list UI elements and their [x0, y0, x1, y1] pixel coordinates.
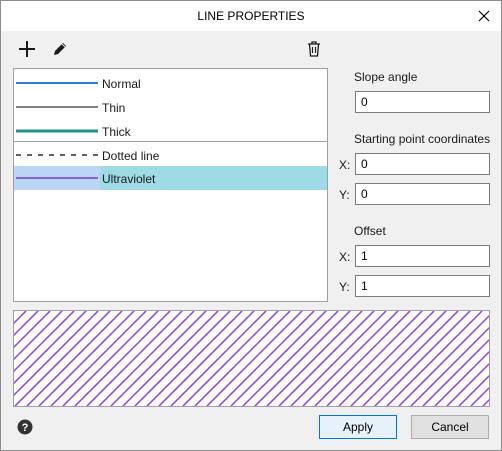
offset-x-input[interactable]: [355, 245, 490, 267]
start-x-input[interactable]: [355, 153, 490, 175]
hatch-line: [362, 311, 459, 406]
hatch-line: [170, 311, 267, 406]
delete-line-button[interactable]: [302, 37, 326, 61]
hatch-line: [86, 311, 183, 406]
close-icon: [478, 10, 490, 22]
plus-icon: [19, 41, 35, 57]
start-point-label: Starting point coordinates: [354, 132, 491, 146]
svg-text:?: ?: [22, 422, 29, 434]
offset-label: Offset: [354, 224, 386, 238]
trash-icon: [308, 41, 320, 57]
edit-line-button[interactable]: [48, 37, 72, 61]
list-item-dotted[interactable]: Dotted line: [14, 143, 327, 167]
hatch-line: [134, 311, 231, 406]
help-icon: ?: [17, 419, 33, 435]
start-y-label: Y:: [339, 188, 350, 202]
line-swatch-thick: [16, 129, 98, 133]
hatch-line: [386, 311, 483, 406]
hatch-line: [218, 311, 315, 406]
offset-x-label: X:: [339, 250, 351, 264]
hatch-line: [14, 311, 111, 406]
hatch-pattern: [14, 311, 489, 406]
hatch-line: [62, 311, 159, 406]
hatch-preview: [13, 310, 490, 407]
list-divider: [14, 141, 327, 142]
hatch-line: [290, 311, 387, 406]
hatch-line: [110, 311, 207, 406]
hatch-line: [242, 311, 339, 406]
cancel-button[interactable]: Cancel: [411, 415, 489, 439]
list-item-label: Thin: [102, 101, 126, 115]
hatch-line: [326, 311, 423, 406]
list-item-label: Ultraviolet: [102, 172, 156, 186]
list-item-label: Thick: [102, 125, 131, 139]
apply-button[interactable]: Apply: [319, 415, 397, 439]
list-item-thin[interactable]: Thin: [14, 95, 327, 119]
hatch-line: [278, 311, 375, 406]
hatch-line: [230, 311, 327, 406]
list-item-normal[interactable]: Normal: [14, 71, 327, 95]
hatch-line: [74, 311, 171, 406]
line-swatch-normal: [16, 82, 98, 84]
line-style-list: Normal Thin Thick Dotted line Ultraviole…: [13, 68, 328, 302]
hatch-line: [302, 311, 399, 406]
line-properties-dialog: LINE PROPERTIES Normal Thin Thick Dotted…: [0, 0, 502, 451]
hatch-line: [350, 311, 447, 406]
list-item-label: Dotted line: [102, 149, 160, 163]
hatch-line: [266, 311, 363, 406]
offset-y-input[interactable]: [355, 275, 490, 297]
hatch-line: [122, 311, 219, 406]
line-swatch-dotted: [16, 154, 98, 156]
slope-angle-input[interactable]: [355, 91, 490, 113]
list-item-ultraviolet[interactable]: Ultraviolet: [14, 166, 327, 190]
hatch-line: [374, 311, 471, 406]
close-button[interactable]: [473, 5, 495, 27]
hatch-line: [254, 311, 351, 406]
hatch-line: [50, 311, 147, 406]
slope-angle-label: Slope angle: [354, 70, 418, 84]
line-swatch-ultraviolet: [16, 177, 98, 179]
line-swatch-thin: [16, 106, 98, 108]
hatch-line: [38, 311, 135, 406]
hatch-line: [14, 311, 51, 349]
hatch-line: [338, 311, 435, 406]
help-button[interactable]: ?: [16, 418, 34, 436]
hatch-line: [26, 311, 123, 406]
list-item-label: Normal: [102, 77, 141, 91]
hatch-line: [146, 311, 243, 406]
hatch-line: [194, 311, 291, 406]
hatch-line: [182, 311, 279, 406]
start-y-input[interactable]: [355, 183, 490, 205]
hatch-line: [314, 311, 411, 406]
hatch-line: [206, 311, 303, 406]
start-x-label: X:: [339, 158, 351, 172]
dialog-title: LINE PROPERTIES: [197, 9, 305, 23]
title-bar: LINE PROPERTIES: [1, 1, 501, 31]
hatch-line: [98, 311, 195, 406]
pencil-icon: [54, 43, 66, 55]
list-item-thick[interactable]: Thick: [14, 119, 327, 143]
hatch-line: [158, 311, 255, 406]
offset-y-label: Y:: [339, 280, 350, 294]
add-line-button[interactable]: [15, 37, 39, 61]
